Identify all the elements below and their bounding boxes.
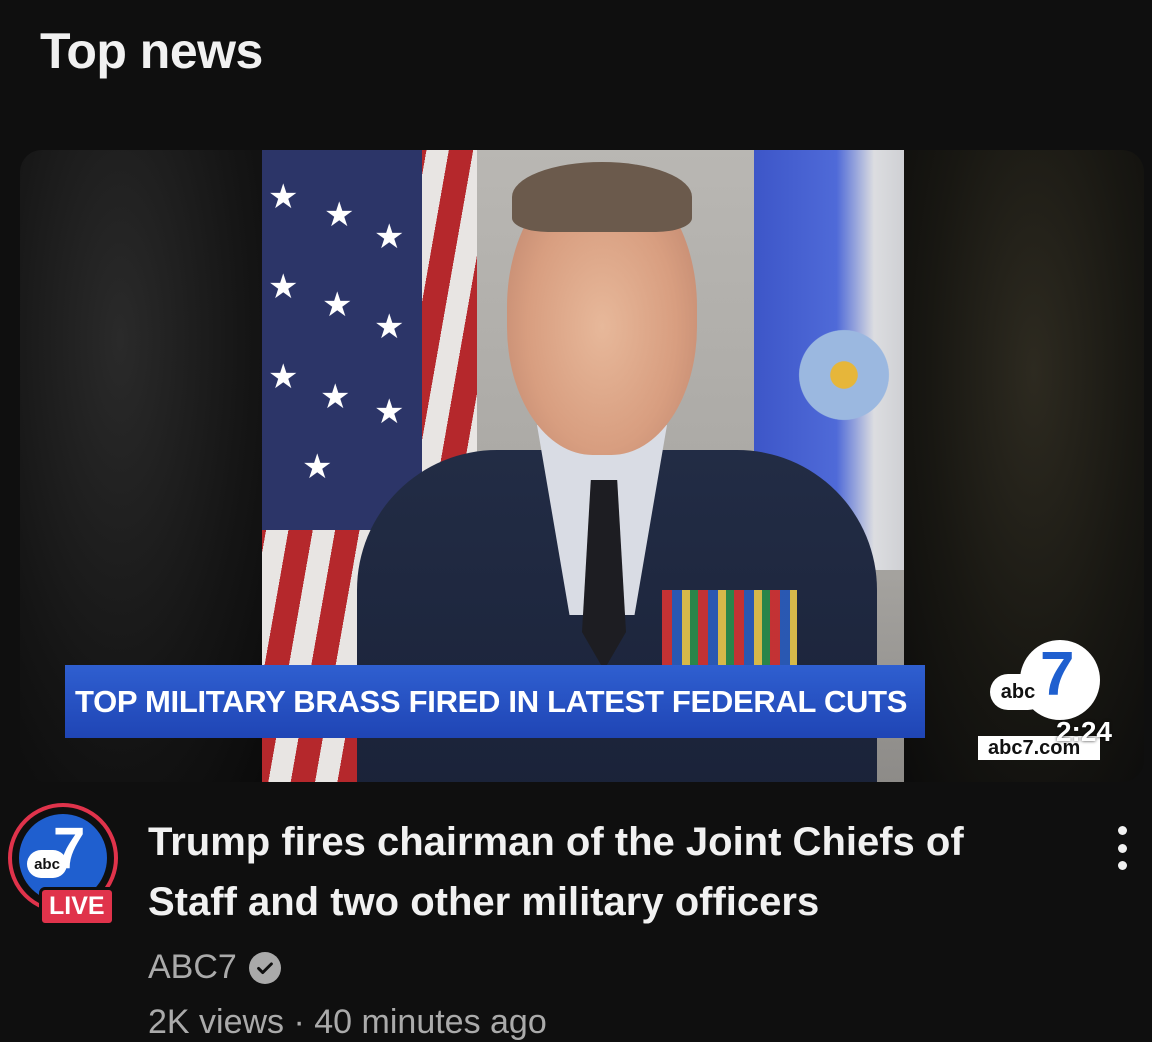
- channel-avatar-live[interactable]: 7 abc LIVE: [8, 803, 126, 926]
- news-chyron: TOP MILITARY BRASS FIRED IN LATEST FEDER…: [65, 665, 925, 738]
- video-thumbnail[interactable]: ★ ★ ★ ★ ★ ★ ★ ★ ★ ★ TOP MILITARY BRASS F…: [20, 150, 1144, 782]
- channel-link[interactable]: ABC7: [148, 948, 281, 987]
- video-meta: 2K views · 40 minutes ago: [148, 1003, 547, 1041]
- chyron-text: TOP MILITARY BRASS FIRED IN LATEST FEDER…: [75, 683, 908, 719]
- check-circle-icon: [248, 951, 281, 984]
- section-title: Top news: [40, 23, 263, 79]
- live-badge: LIVE: [39, 887, 115, 926]
- video-duration: 2:24: [1055, 716, 1112, 747]
- video-title[interactable]: Trump fires chairman of the Joint Chiefs…: [148, 812, 1028, 932]
- ribbons-image: [662, 590, 797, 665]
- more-options-icon[interactable]: [1100, 820, 1144, 876]
- channel-name: ABC7: [148, 948, 237, 986]
